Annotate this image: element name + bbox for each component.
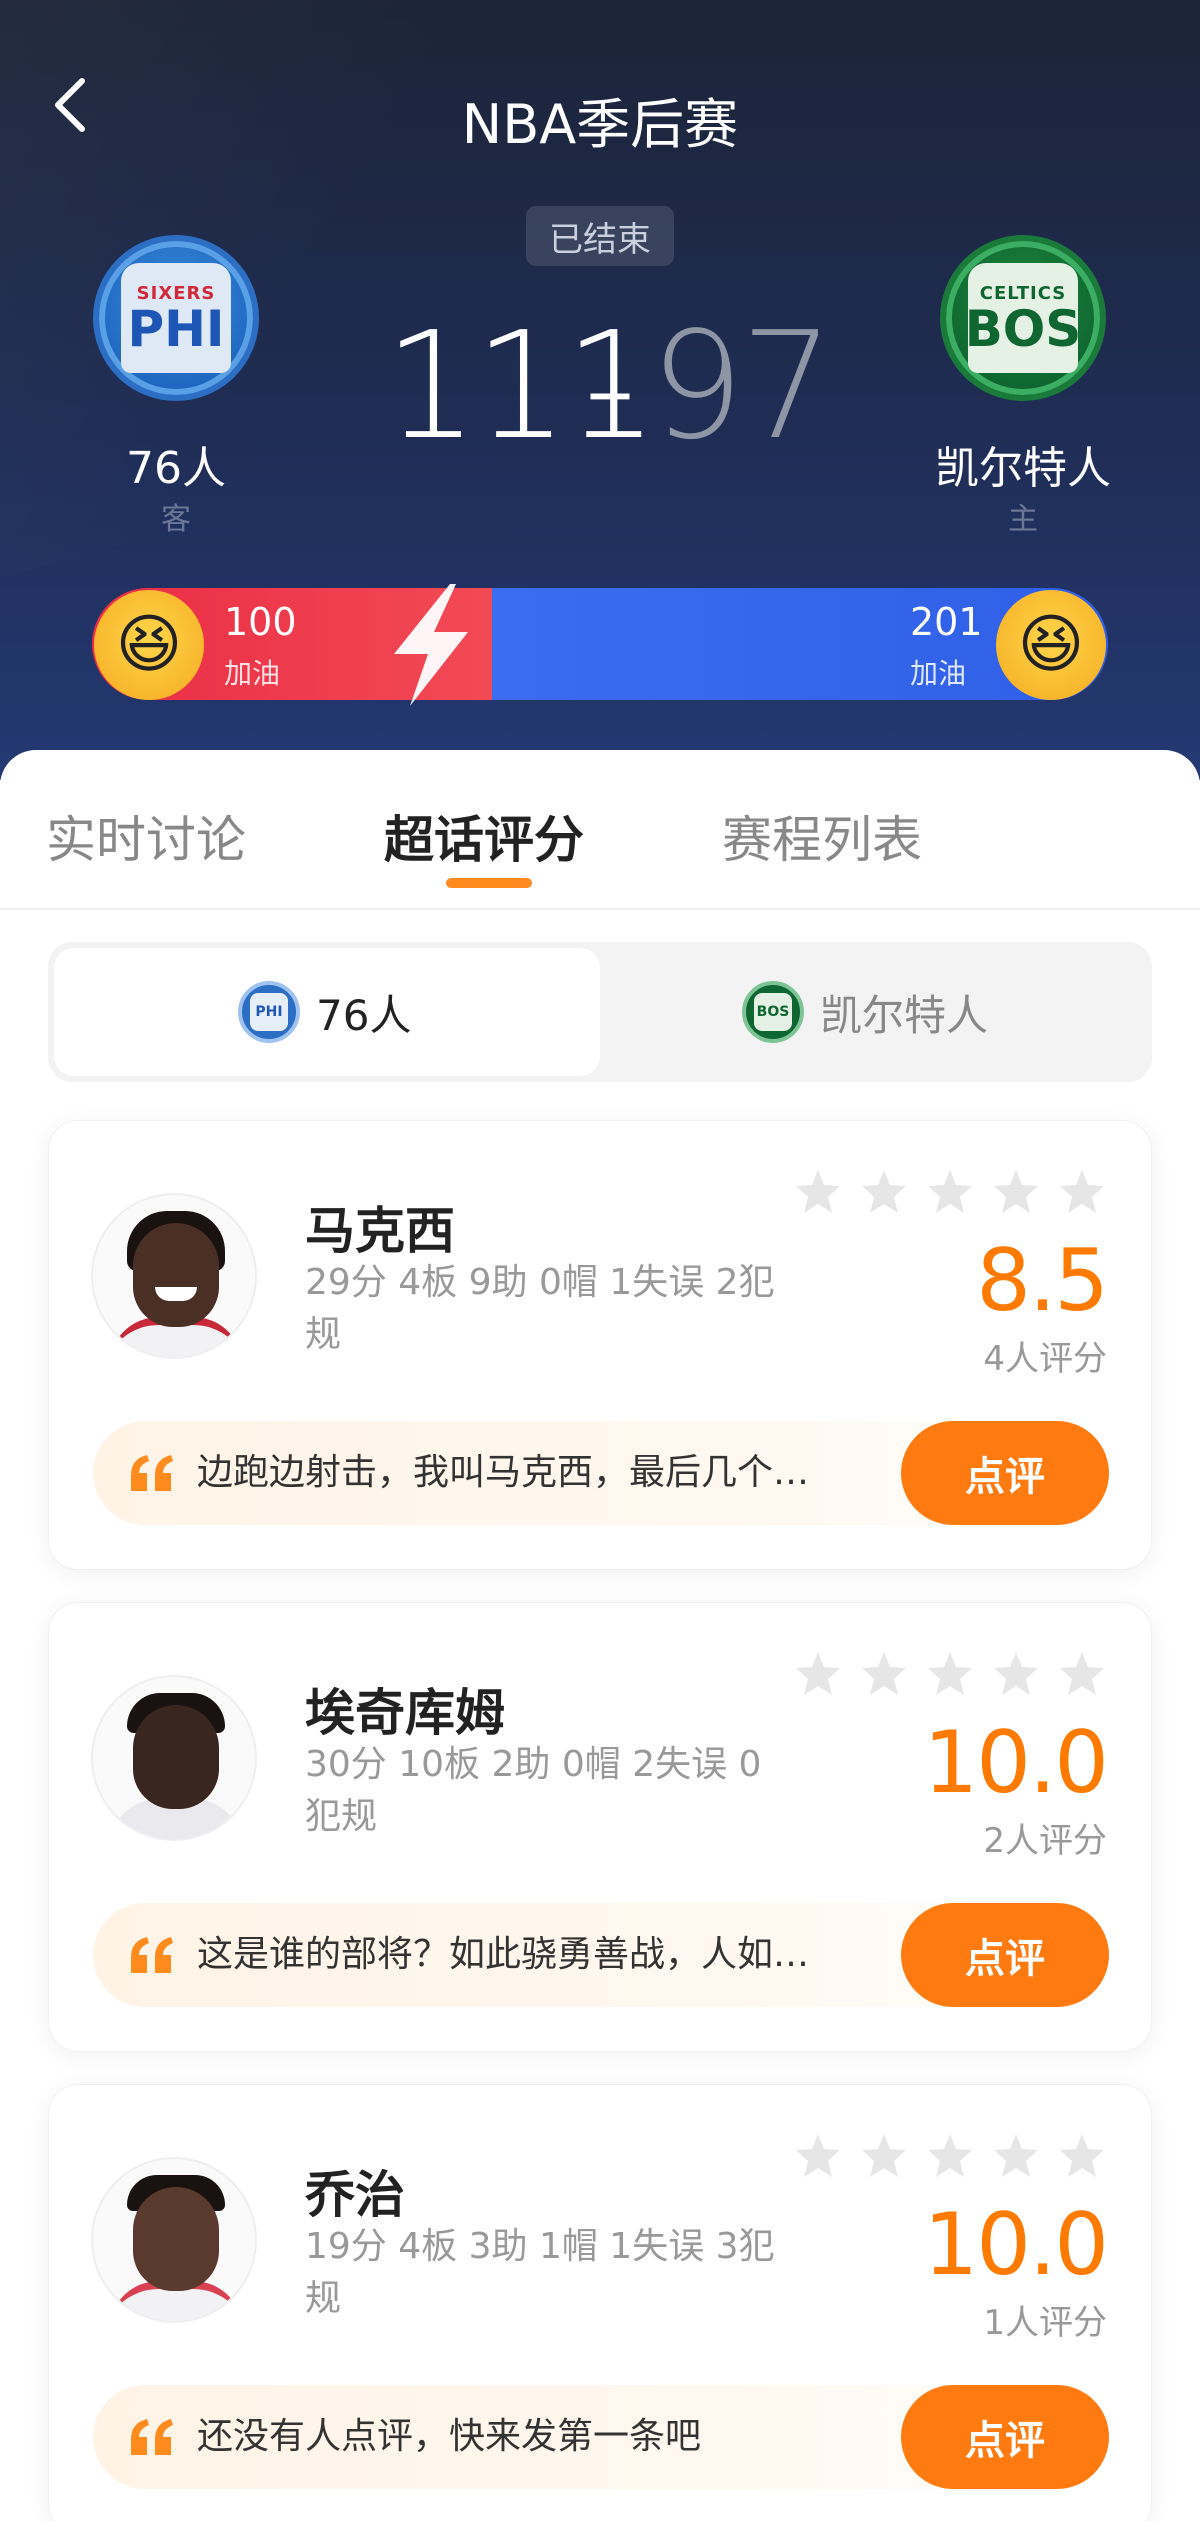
lightning-icon (394, 584, 468, 706)
page-title: NBA季后赛 (461, 93, 739, 156)
star-icon (1060, 1170, 1104, 1213)
rating-stars[interactable] (793, 1649, 1107, 1699)
home-team-logo[interactable]: CELTICS BOS (940, 235, 1106, 401)
star-icon (994, 2134, 1038, 2177)
game-status-badge: 已结束 (526, 206, 674, 266)
comment-text: 这是谁的部将？如此骁勇善战，人如… (197, 1934, 810, 1975)
star-icon (928, 1170, 972, 1213)
home-team-name: 凯尔特人 (935, 443, 1111, 494)
tab-schedule[interactable]: 赛程列表 (722, 800, 922, 872)
top-comment[interactable]: 这是谁的部将？如此骁勇善战，人如… 点评 (93, 1903, 1109, 2007)
star-icon (928, 1652, 972, 1695)
player-rating: 8.5 (976, 1231, 1109, 1331)
home-cheer-label: 加油 (910, 657, 967, 690)
player-card[interactable]: 乔治 19分 4板 3助 1帽 1失误 3犯规 10.0 1人评分 还没有人点评… (48, 2084, 1152, 2521)
tab-live-discussion[interactable]: 实时讨论 (46, 800, 246, 872)
star-icon (994, 1652, 1038, 1695)
home-score: 97 (650, 300, 834, 472)
rater-count: 2人评分 (983, 1821, 1107, 1861)
toggle-team-celtics[interactable]: BOS 凯尔特人 (742, 942, 988, 1082)
player-name: 马克西 (305, 1202, 455, 1260)
tab-bar: 实时讨论 超话评分 赛程列表 (0, 750, 1200, 910)
jersey-icon: SIXERS PHI (121, 263, 231, 373)
player-stats: 30分 10板 2助 0帽 2失误 0犯规 (305, 1744, 762, 1837)
player-name: 乔治 (305, 2166, 405, 2224)
review-button[interactable]: 点评 (901, 1421, 1109, 1525)
player-rating: 10.0 (923, 2195, 1109, 2295)
away-cheer-button[interactable]: 😆 (94, 590, 204, 700)
home-team-role: 主 (1008, 502, 1038, 537)
rating-stars[interactable] (793, 1167, 1107, 1217)
star-icon (796, 1170, 840, 1213)
star-icon (796, 2134, 840, 2177)
home-cheer-button[interactable]: 😆 (996, 590, 1106, 700)
toggle-label: 凯尔特人 (820, 990, 989, 1040)
away-cheer-label: 加油 (224, 657, 281, 690)
toggle-team-76ers[interactable]: PHI 76人 (238, 942, 411, 1082)
rater-count: 1人评分 (983, 2303, 1107, 2343)
star-icon (862, 1170, 906, 1213)
rating-stars[interactable] (793, 2131, 1107, 2181)
rater-count: 4人评分 (983, 1339, 1107, 1379)
laughing-emoji-icon: 😆 (115, 608, 183, 682)
player-avatar (91, 1675, 257, 1841)
away-cheer-count: 100 (224, 600, 297, 644)
review-button[interactable]: 点评 (901, 1903, 1109, 2007)
bos-logo-icon: BOS (742, 981, 804, 1043)
comment-text: 还没有人点评，快来发第一条吧 (197, 2416, 702, 2457)
star-icon (1060, 1652, 1104, 1695)
top-comment[interactable]: 边跑边射击，我叫马克西，最后几个… 点评 (93, 1421, 1109, 1525)
star-icon (862, 1652, 906, 1695)
player-avatar (91, 1193, 257, 1359)
player-rating: 10.0 (923, 1713, 1109, 1813)
quote-icon (131, 1937, 173, 1973)
star-icon (862, 2134, 906, 2177)
quote-icon (131, 2419, 173, 2455)
star-icon (796, 1652, 840, 1695)
phi-logo-icon: PHI (238, 981, 300, 1043)
top-comment[interactable]: 还没有人点评，快来发第一条吧 点评 (93, 2385, 1109, 2489)
star-icon (994, 1170, 1038, 1213)
away-team-logo[interactable]: SIXERS PHI (93, 235, 259, 401)
player-name: 埃奇库姆 (305, 1684, 505, 1742)
comment-text: 边跑边射击，我叫马克西，最后几个… (197, 1452, 810, 1493)
game-header: NBA季后赛 已结束 SIXERS PHI 76人 客 111 - 97 CEL… (0, 0, 1200, 780)
away-team-role: 客 (161, 502, 191, 537)
star-icon (1060, 2134, 1104, 2177)
jersey-icon: CELTICS BOS (965, 263, 1081, 373)
review-button[interactable]: 点评 (901, 2385, 1109, 2489)
tab-player-ratings[interactable]: 超话评分 (384, 800, 584, 872)
laughing-emoji-icon: 😆 (1017, 608, 1085, 682)
player-stats: 19分 4板 3助 1帽 1失误 3犯规 (305, 2226, 775, 2319)
player-stats: 29分 4板 9助 0帽 1失误 2犯规 (305, 1262, 775, 1355)
star-icon (928, 2134, 972, 2177)
player-card[interactable]: 埃奇库姆 30分 10板 2助 0帽 2失误 0犯规 10.0 2人评分 这是谁… (48, 1602, 1152, 2052)
away-team-name: 76人 (126, 443, 226, 494)
player-avatar (91, 2157, 257, 2323)
tab-indicator (446, 878, 532, 888)
team-toggle: PHI 76人 BOS 凯尔特人 (48, 942, 1152, 1082)
score-separator: - (583, 300, 636, 472)
home-cheer-count: 201 (910, 600, 983, 644)
toggle-label: 76人 (316, 990, 412, 1040)
player-card[interactable]: 马克西 29分 4板 9助 0帽 1失误 2犯规 8.5 4人评分 边跑边射击，… (48, 1120, 1152, 1570)
quote-icon (131, 1455, 173, 1491)
